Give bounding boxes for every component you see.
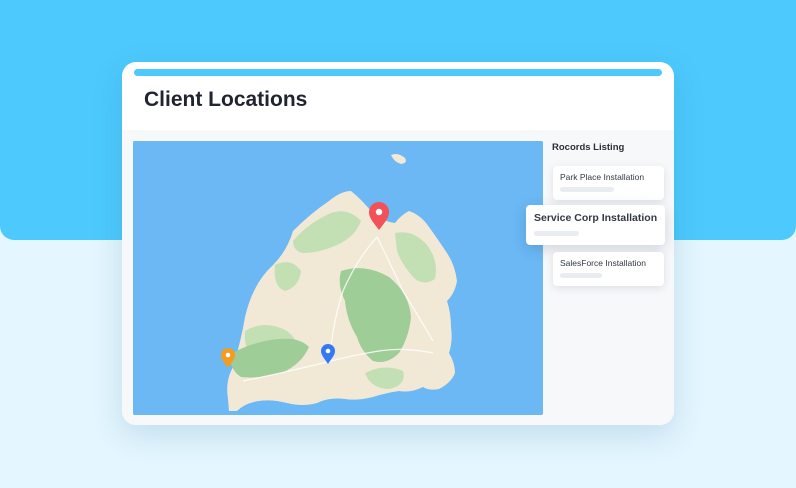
record-placeholder-line [560, 187, 614, 192]
map-view[interactable] [133, 141, 543, 415]
records-listing-heading: Rocords Listing [552, 142, 625, 153]
record-placeholder-line [534, 231, 579, 236]
record-card-salesforce[interactable]: SalesForce Installation [553, 252, 664, 286]
window-accent-bar [134, 69, 662, 76]
record-placeholder-line [560, 273, 602, 278]
record-title: Park Place Installation [560, 172, 645, 182]
map-canvas[interactable] [133, 141, 543, 415]
record-title: Service Corp Installation [534, 212, 658, 224]
page-title: Client Locations [144, 88, 308, 111]
record-card-service-corp[interactable]: Service Corp Installation [526, 205, 665, 245]
record-title: SalesForce Installation [560, 258, 646, 268]
record-card-park-place[interactable]: Park Place Installation [553, 166, 664, 200]
